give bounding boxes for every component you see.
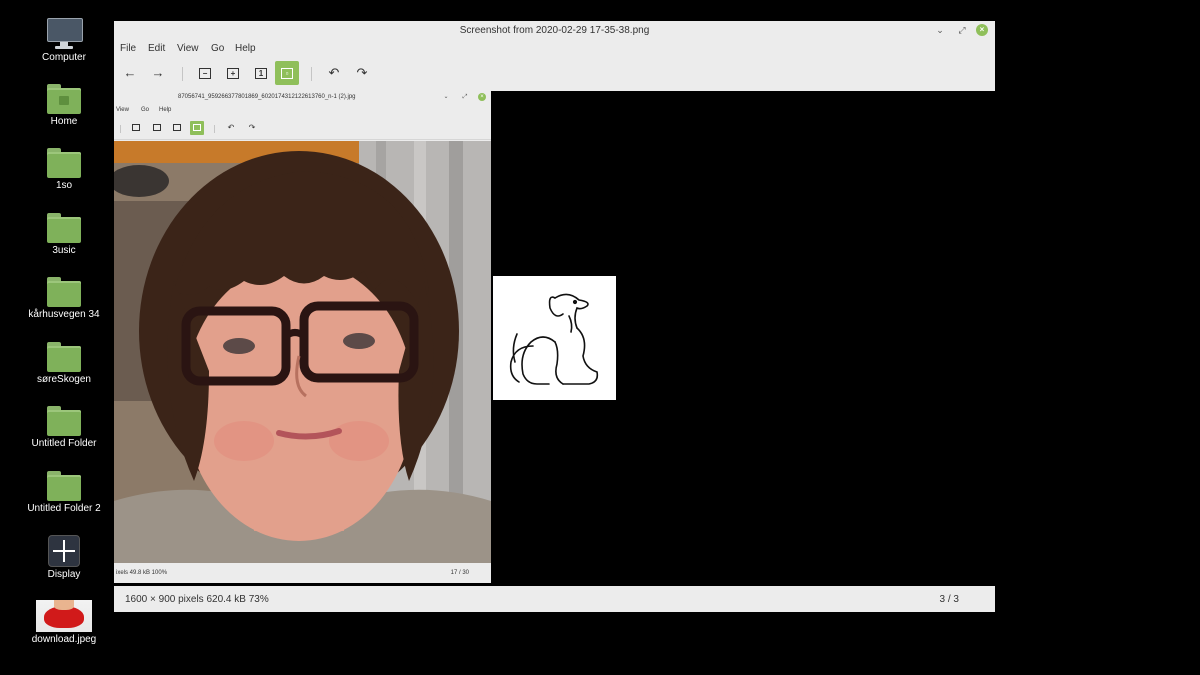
- dog-icon: [509, 293, 599, 385]
- nested-best-fit-icon: [190, 121, 204, 135]
- desktop-icon-label: kårhusvegen 34: [28, 309, 100, 320]
- nested-menu-help: Help: [159, 107, 172, 113]
- nested-zoom-in-icon: [150, 121, 164, 135]
- folder-icon: [47, 277, 81, 307]
- desktop-icon-label: download.jpeg: [31, 634, 97, 645]
- portrait-photo: [114, 141, 491, 563]
- best-fit-icon[interactable]: ▫: [275, 61, 299, 85]
- nested-menu-go: Go: [141, 107, 150, 113]
- nested-menu-bar: View Go Help: [114, 104, 491, 117]
- image-thumbnail: [36, 600, 92, 632]
- image-info: 1600 × 900 pixels 620.4 kB 73%: [125, 594, 269, 605]
- maximize-icon[interactable]: ⤢: [956, 24, 968, 36]
- nested-separator: [214, 125, 215, 133]
- image-viewer-window: Screenshot from 2020-02-29 17-35-38.png …: [114, 21, 995, 612]
- folder-icon: [47, 406, 81, 436]
- toolbar-separator: [182, 67, 183, 81]
- desktop-icon-home[interactable]: Home: [14, 84, 114, 127]
- dog-line-drawing: [493, 276, 616, 400]
- nested-status-info: ixels 49.8 kB 100%: [116, 570, 168, 576]
- desktop-icon-karhusvegen[interactable]: kårhusvegen 34: [14, 277, 114, 320]
- menu-bar: File Edit View Go Help: [114, 40, 995, 57]
- folder-icon: [47, 148, 81, 178]
- zoom-in-icon[interactable]: +: [221, 61, 245, 85]
- menu-go[interactable]: Go: [211, 43, 224, 54]
- close-icon[interactable]: ×: [976, 24, 988, 36]
- nested-title-bar: 87056741_959266377801869_602017431212261…: [114, 91, 491, 104]
- folder-icon: [47, 213, 81, 243]
- desktop-icon-label: 3usic: [52, 245, 76, 256]
- desktop-icon-label: Home: [50, 116, 78, 127]
- image-canvas[interactable]: 87056741_959266377801869_602017431212261…: [114, 91, 995, 586]
- nested-toolbar: ↶ ↷: [114, 117, 491, 140]
- nested-status-counter: 17 / 30: [450, 570, 469, 576]
- desktop-icon-untitled-folder[interactable]: Untitled Folder: [14, 406, 114, 449]
- forward-arrow-icon[interactable]: →: [146, 61, 170, 85]
- title-bar[interactable]: Screenshot from 2020-02-29 17-35-38.png …: [114, 21, 995, 40]
- desktop-icon-untitled-folder-2[interactable]: Untitled Folder 2: [14, 471, 114, 514]
- desktop-icon-label: søreSkogen: [37, 374, 91, 385]
- nested-window-title: 87056741_959266377801869_602017431212261…: [178, 94, 356, 100]
- nested-viewer-window: 87056741_959266377801869_602017431212261…: [114, 91, 491, 583]
- desktop-icon-label: Untitled Folder: [31, 438, 97, 449]
- desktop-icon-label: 1so: [55, 180, 73, 191]
- rotate-right-icon[interactable]: ↷: [350, 61, 374, 85]
- display-settings-icon: [48, 535, 80, 567]
- nested-menu-view: View: [116, 107, 129, 113]
- home-folder-icon: [47, 84, 81, 114]
- desktop-icon-3usic[interactable]: 3usic: [14, 213, 114, 256]
- back-arrow-icon[interactable]: ←: [118, 61, 142, 85]
- nested-close-icon: ×: [478, 93, 486, 101]
- computer-icon: [46, 18, 83, 50]
- desktop-icon-label: Computer: [42, 52, 86, 63]
- menu-view[interactable]: View: [177, 43, 199, 54]
- folder-icon: [47, 342, 81, 372]
- desktop-icon-download-jpeg[interactable]: download.jpeg: [14, 600, 114, 645]
- menu-edit[interactable]: Edit: [148, 43, 165, 54]
- desktop-icon-1so[interactable]: 1so: [14, 148, 114, 191]
- nested-minimize-icon: ⌄: [443, 94, 449, 100]
- nested-rotate-right-icon: ↷: [248, 123, 256, 132]
- portrait-illustration: [114, 141, 491, 563]
- nested-maximize-icon: ⤢: [462, 94, 468, 100]
- window-title: Screenshot from 2020-02-29 17-35-38.png: [459, 25, 650, 36]
- toolbar-separator: [311, 67, 312, 81]
- menu-help[interactable]: Help: [235, 43, 256, 54]
- desktop-icon-display[interactable]: Display: [14, 535, 114, 580]
- zoom-out-icon[interactable]: −: [193, 61, 217, 85]
- nested-separator: [120, 125, 121, 133]
- toolbar: ← → − + 1 ▫ ↶ ↷: [114, 57, 995, 92]
- nested-zoom-out-icon: [129, 121, 143, 135]
- desktop-icon-computer[interactable]: Computer: [14, 18, 114, 63]
- desktop-icon-label: Untitled Folder 2: [27, 503, 101, 514]
- desktop-icon-label: Display: [47, 569, 81, 580]
- zoom-normal-icon[interactable]: 1: [249, 61, 273, 85]
- nested-rotate-left-icon: ↶: [227, 123, 235, 132]
- desktop-icon-soreskogen[interactable]: søreSkogen: [14, 342, 114, 385]
- image-counter: 3 / 3: [939, 594, 959, 605]
- rotate-left-icon[interactable]: ↶: [322, 61, 346, 85]
- folder-icon: [47, 471, 81, 501]
- status-bar: 1600 × 900 pixels 620.4 kB 73% 3 / 3: [114, 586, 995, 612]
- nested-zoom-normal-icon: [170, 121, 184, 135]
- nested-status-bar: ixels 49.8 kB 100% 17 / 30: [114, 563, 491, 583]
- minimize-icon[interactable]: ⌄: [934, 24, 946, 36]
- menu-file[interactable]: File: [120, 43, 136, 54]
